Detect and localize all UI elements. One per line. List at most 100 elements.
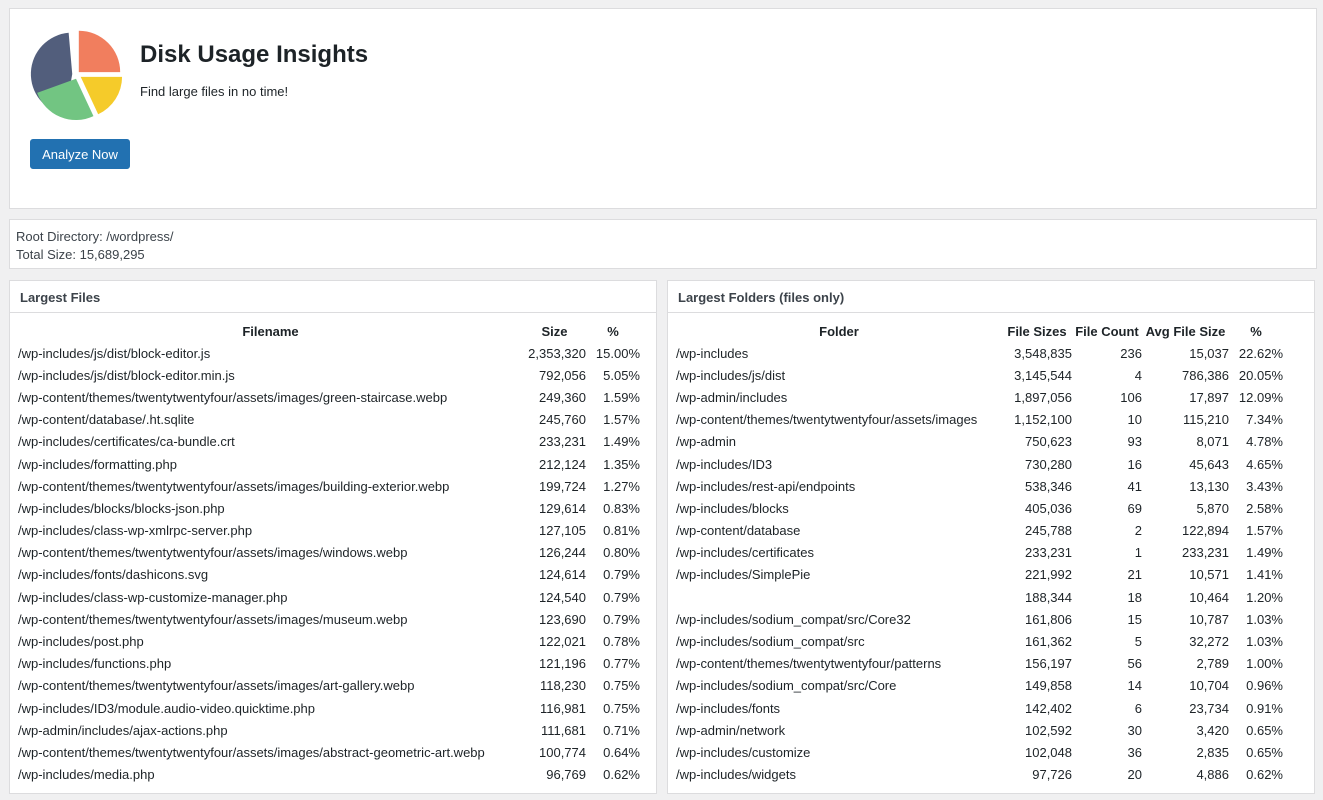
folder-cell: /wp-includes: [676, 345, 749, 361]
percent-cell: 0.65%: [1246, 722, 1283, 738]
table-row: /wp-includes/js/dist/block-editor.js 2,35…: [18, 342, 640, 364]
size-cell: 121,196: [539, 656, 586, 672]
table-row: /wp-admin/includes 1,897,056 106 17,897 12.0…: [676, 386, 1283, 408]
table-row: /wp-includes/sodium_compat/src/Core 149,8…: [676, 675, 1283, 697]
file-sizes-cell: 1,152,100: [1014, 412, 1072, 428]
percent-cell: 0.75%: [603, 700, 640, 716]
column-header-folder[interactable]: Folder: [676, 320, 1002, 342]
file-count-cell: 10: [1127, 412, 1142, 428]
folder-cell: [676, 586, 1002, 608]
size-cell: 129,614: [539, 500, 586, 516]
file-count-cell: 30: [1127, 722, 1142, 738]
filename-cell: /wp-content/themes/twentytwentyfour/asse…: [18, 545, 408, 561]
file-count-cell: 15: [1127, 611, 1142, 627]
avg-file-size-cell: 115,210: [1182, 412, 1229, 428]
percent-cell: 1.35%: [603, 456, 640, 472]
file-count-cell: 4: [1134, 367, 1142, 383]
file-count-cell: 2: [1134, 523, 1142, 539]
percent-cell: 4.65%: [1246, 456, 1283, 472]
column-header-avg-file-size[interactable]: Avg File Size: [1142, 320, 1229, 342]
percent-cell: 7.34%: [1246, 412, 1283, 428]
filename-cell: /wp-includes/fonts/dashicons.svg: [18, 567, 209, 583]
folder-cell: /wp-admin: [676, 434, 736, 450]
filename-cell: /wp-includes/functions.php: [18, 656, 172, 672]
avg-file-size-cell: 5,870: [1196, 500, 1229, 516]
file-count-cell: 6: [1134, 700, 1142, 716]
percent-cell: 0.62%: [603, 767, 640, 783]
file-sizes-cell: 233,231: [1025, 545, 1072, 561]
column-header-percent[interactable]: %: [1229, 320, 1283, 342]
filename-cell: /wp-content/themes/twentytwentyfour/asse…: [18, 611, 408, 627]
file-sizes-cell: 156,197: [1025, 656, 1072, 672]
file-sizes-cell: 1,897,056: [1014, 389, 1072, 405]
percent-cell: 0.71%: [603, 722, 640, 738]
filename-cell: /wp-content/themes/twentytwentyfour/asse…: [18, 478, 450, 494]
size-cell: 199,724: [539, 478, 586, 494]
percent-cell: 4.78%: [1246, 434, 1283, 450]
table-row: /wp-content/themes/twentytwentyfour/patt…: [676, 653, 1283, 675]
table-row: /wp-includes/blocks/blocks-json.php 129,6…: [18, 497, 640, 519]
largest-files-heading: Largest Files: [10, 281, 656, 313]
table-header-row: Folder File Sizes File Count Avg File Si…: [676, 320, 1283, 342]
folder-cell: /wp-includes/sodium_compat/src/Core: [676, 678, 897, 694]
size-cell: 123,690: [539, 611, 586, 627]
percent-cell: 22.62%: [1238, 345, 1283, 361]
avg-file-size-cell: 122,894: [1182, 523, 1229, 539]
filename-cell: /wp-includes/certificates/ca-bundle.crt: [18, 434, 235, 450]
avg-file-size-cell: 233,231: [1182, 545, 1229, 561]
folder-cell: /wp-content/themes/twentytwentyfour/patt…: [676, 656, 942, 672]
percent-cell: 1.57%: [1246, 523, 1283, 539]
file-count-cell: 20: [1127, 767, 1142, 783]
percent-cell: 0.91%: [1246, 700, 1283, 716]
analyze-now-button[interactable]: Analyze Now: [30, 139, 130, 169]
avg-file-size-cell: 10,464: [1189, 589, 1229, 605]
pie-chart-logo-icon: [30, 30, 123, 121]
column-header-file-sizes[interactable]: File Sizes: [1002, 320, 1072, 342]
file-sizes-cell: 161,362: [1025, 634, 1072, 650]
percent-cell: 0.83%: [603, 500, 640, 516]
table-row: /wp-includes/sodium_compat/src/Core32 161…: [676, 608, 1283, 630]
size-cell: 111,681: [540, 722, 586, 738]
file-count-cell: 236: [1120, 345, 1142, 361]
table-row: /wp-includes/media.php 96,769 0.62%: [18, 764, 640, 786]
folder-cell: /wp-includes/fonts: [676, 700, 781, 716]
folder-cell: /wp-includes/widgets: [676, 767, 796, 783]
file-count-cell: 5: [1134, 634, 1142, 650]
table-row: /wp-includes/SimplePie 221,992 21 10,571 1.4…: [676, 564, 1283, 586]
avg-file-size-cell: 4,886: [1196, 767, 1229, 783]
table-row: /wp-admin/network 102,592 30 3,420 0.65%: [676, 719, 1283, 741]
avg-file-size-cell: 10,704: [1189, 678, 1229, 694]
avg-file-size-cell: 23,734: [1189, 700, 1229, 716]
column-header-percent[interactable]: %: [586, 320, 640, 342]
table-row: /wp-content/database/.ht.sqlite 245,760 1.…: [18, 409, 640, 431]
percent-cell: 0.65%: [1246, 744, 1283, 760]
column-header-file-count[interactable]: File Count: [1072, 320, 1142, 342]
table-row: /wp-includes/formatting.php 212,124 1.35%: [18, 453, 640, 475]
filename-cell: /wp-includes/class-wp-customize-manager.…: [18, 589, 288, 605]
size-cell: 245,760: [539, 412, 586, 428]
percent-cell: 1.20%: [1246, 589, 1283, 605]
folder-cell: /wp-includes/sodium_compat/src: [676, 634, 865, 650]
avg-file-size-cell: 2,835: [1196, 744, 1229, 760]
size-cell: 118,230: [539, 678, 586, 694]
table-row: /wp-content/themes/twentytwentyfour/asse…: [18, 608, 640, 630]
table-row: /wp-content/themes/twentytwentyfour/asse…: [18, 475, 640, 497]
column-header-size[interactable]: Size: [523, 320, 586, 342]
percent-cell: 1.03%: [1246, 634, 1283, 650]
percent-cell: 3.43%: [1246, 478, 1283, 494]
page-title: Disk Usage Insights: [140, 41, 369, 68]
percent-cell: 1.59%: [603, 389, 640, 405]
avg-file-size-cell: 17,897: [1189, 389, 1229, 405]
filename-cell: /wp-includes/js/dist/block-editor.js: [18, 345, 211, 361]
page-subtitle: Find large files in no time!: [140, 84, 289, 99]
filename-cell: /wp-content/themes/twentytwentyfour/asse…: [18, 389, 448, 405]
percent-cell: 2.58%: [1246, 500, 1283, 516]
column-header-filename[interactable]: Filename: [18, 320, 523, 342]
table-row: /wp-includes/ID3/module.audio-video.quic…: [18, 697, 640, 719]
filename-cell: /wp-content/themes/twentytwentyfour/asse…: [18, 678, 415, 694]
filename-cell: /wp-includes/post.php: [18, 634, 144, 650]
file-sizes-cell: 188,344: [1025, 589, 1072, 605]
percent-cell: 0.81%: [603, 523, 640, 539]
file-sizes-cell: 3,145,544: [1014, 367, 1072, 383]
file-count-cell: 106: [1120, 389, 1142, 405]
